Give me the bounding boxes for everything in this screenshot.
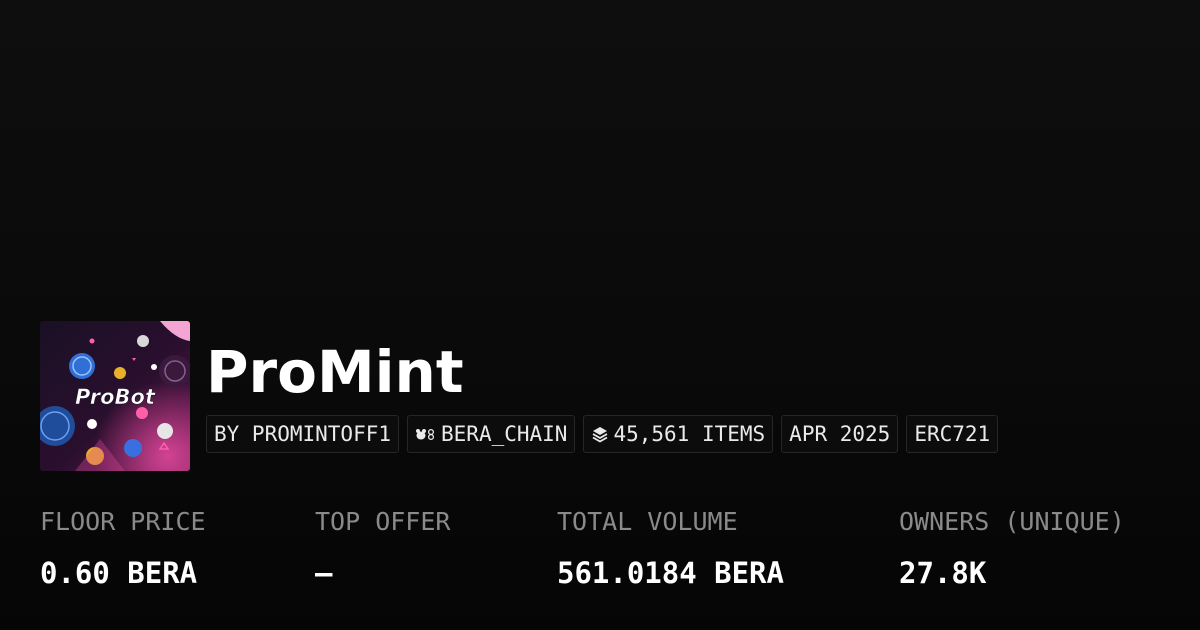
bear-chain-icon	[415, 427, 437, 441]
creator-label: BY PROMINTOFF1	[214, 422, 392, 446]
items-chip: 45,561 ITEMS	[583, 415, 774, 453]
stat-label: TOTAL VOLUME	[557, 507, 738, 536]
stat-value: 27.8K	[899, 556, 987, 590]
stat-label: FLOOR PRICE	[40, 507, 206, 536]
created-date-label: APR 2025	[789, 422, 891, 446]
stat-top-offer: TOP OFFER —	[315, 505, 450, 591]
token-standard-label: ERC721	[914, 422, 991, 446]
stat-owners: OWNERS (UNIQUE) 27.8K	[899, 505, 1125, 591]
stat-floor-price: FLOOR PRICE 0.60 BERA	[40, 505, 206, 591]
collection-image: ProBot	[40, 321, 190, 471]
stat-value: —	[315, 556, 333, 590]
collection-logo-text: ProBot	[75, 385, 156, 409]
chain-chip[interactable]: BERA_CHAIN	[407, 415, 576, 453]
layers-icon	[591, 425, 609, 443]
date-chip: APR 2025	[781, 415, 899, 453]
collection-meta-chips: BY PROMINTOFF1 BERA_CHAIN 45,561 ITEMS A…	[206, 415, 999, 453]
stat-label: TOP OFFER	[315, 507, 451, 536]
stat-label: OWNERS (UNIQUE)	[899, 507, 1125, 536]
collection-title: ProMint	[206, 338, 464, 406]
stat-value: 561.0184 BERA	[557, 556, 784, 590]
stat-value: 0.60 BERA	[40, 556, 198, 590]
standard-chip: ERC721	[906, 415, 999, 453]
chain-label: BERA_CHAIN	[441, 422, 568, 446]
stat-total-volume: TOTAL VOLUME 561.0184 BERA	[557, 505, 784, 591]
items-count-label: 45,561 ITEMS	[613, 422, 766, 446]
creator-chip[interactable]: BY PROMINTOFF1	[206, 415, 400, 453]
